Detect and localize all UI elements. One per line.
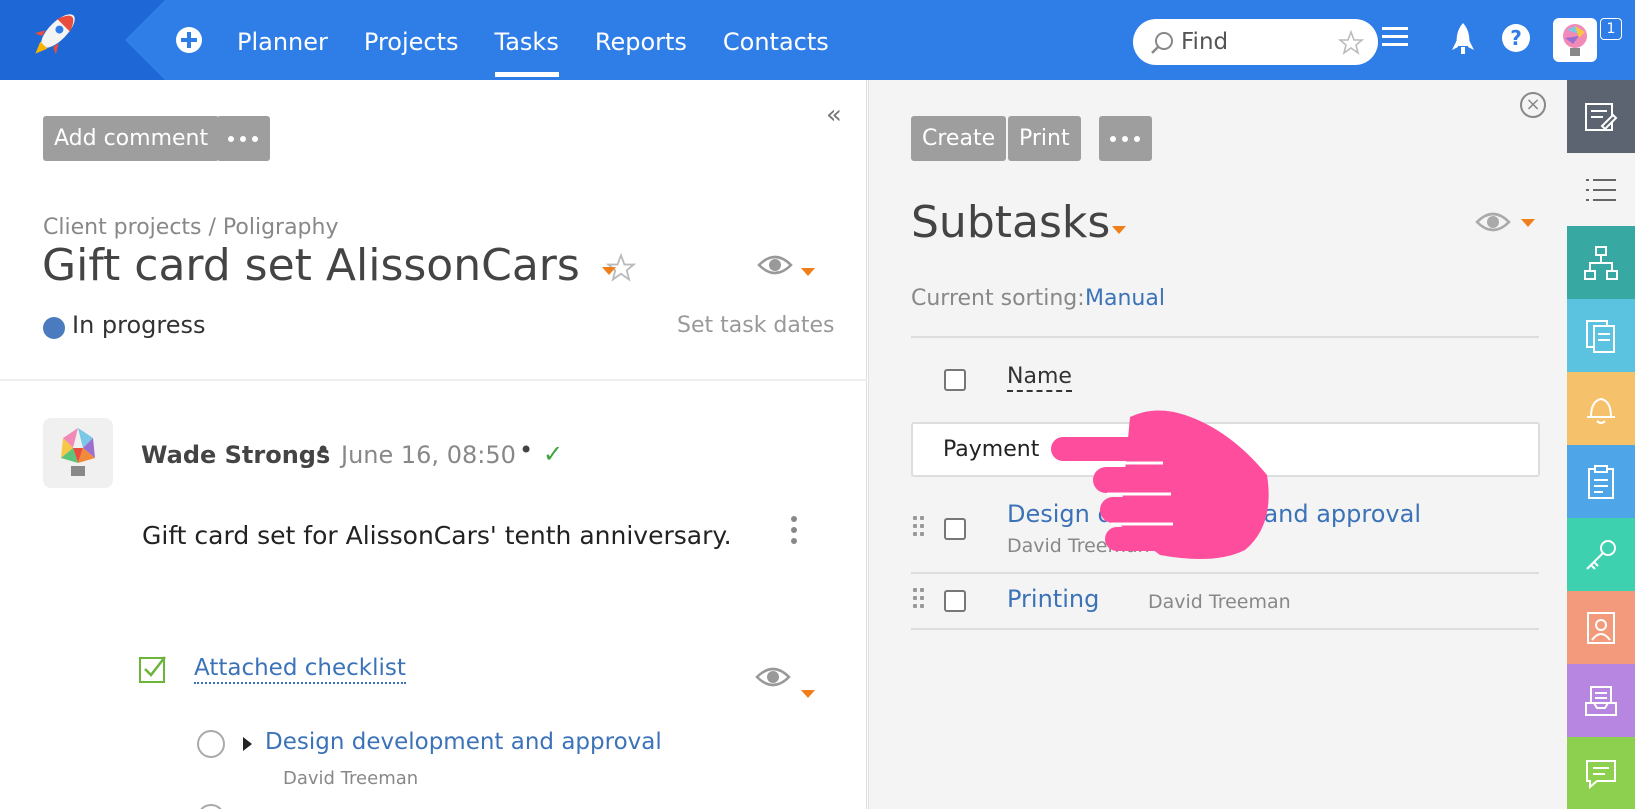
comment-menu-icon[interactable] (788, 516, 800, 552)
checklist-icon (139, 656, 166, 683)
side-rail (1567, 80, 1635, 809)
subtasks-dropdown-icon[interactable] (1112, 226, 1126, 234)
notification-badge[interactable]: 1 (1600, 18, 1622, 40)
nav-reports[interactable]: Reports (595, 0, 687, 80)
inbox-icon[interactable] (1567, 664, 1635, 737)
avatar (43, 418, 113, 488)
chat-icon[interactable] (1567, 737, 1635, 809)
sorting-label: Current sorting: (911, 286, 1085, 311)
checklist-dropdown-icon[interactable] (801, 690, 815, 698)
sorting-value-link[interactable]: Manual (1085, 286, 1165, 311)
star-icon[interactable] (1338, 30, 1364, 56)
checklist-item-checkbox[interactable] (197, 730, 225, 758)
key-icon[interactable] (1567, 518, 1635, 591)
checklist-item-assignee: David Treeman (283, 768, 419, 789)
attached-checklist-link[interactable]: Attached checklist (194, 655, 406, 684)
divider (911, 336, 1539, 338)
documents-icon[interactable] (1567, 299, 1635, 372)
rocket-icon[interactable] (1450, 22, 1476, 56)
user-avatar[interactable] (1553, 18, 1597, 62)
subtask-checkbox[interactable] (944, 590, 966, 612)
collapse-pane-icon[interactable]: « (826, 100, 842, 130)
clipboard-icon[interactable] (1567, 445, 1635, 518)
bell-icon[interactable] (1567, 372, 1635, 445)
subtask-assignee: David Treeman (1148, 591, 1291, 613)
drag-handle-icon[interactable] (913, 588, 927, 614)
subtask-checkbox[interactable] (944, 518, 966, 540)
eye-icon[interactable] (755, 665, 791, 689)
status-dot (43, 317, 65, 339)
eye-icon[interactable] (757, 253, 793, 277)
pointing-hand-icon (1051, 410, 1269, 559)
nav-projects[interactable]: Projects (364, 0, 459, 80)
divider (0, 379, 867, 381)
title-dropdown-icon[interactable] (602, 267, 616, 275)
page-title: Gift card set AlissonCars (42, 240, 637, 291)
watch-dropdown-icon[interactable] (801, 268, 815, 276)
status-label[interactable]: In progress (72, 311, 206, 339)
checkmark-icon: ✓ (543, 440, 564, 468)
menu-icon[interactable] (1381, 22, 1409, 52)
add-icon[interactable] (175, 26, 203, 54)
svg-text:?: ? (1510, 26, 1522, 50)
column-header-name[interactable]: Name (1007, 364, 1072, 392)
top-bar: Planner Projects Tasks Reports Contacts … (0, 0, 1635, 80)
set-task-dates-link[interactable]: Set task dates (677, 313, 835, 338)
main-nav: Planner Projects Tasks Reports Contacts (237, 0, 865, 80)
divider (911, 572, 1539, 574)
divider (911, 628, 1539, 630)
close-icon[interactable]: × (1520, 92, 1546, 118)
help-icon[interactable]: ? (1500, 22, 1532, 54)
more-actions-button[interactable] (217, 116, 270, 161)
task-title-text: Gift card set AlissonCars (42, 240, 580, 291)
hierarchy-icon[interactable] (1567, 226, 1635, 299)
nav-tasks[interactable]: Tasks (494, 0, 560, 80)
separator-dot: • (316, 436, 331, 464)
task-detail-pane: Add comment « Client projects / Poligrap… (0, 80, 867, 809)
search-icon (1151, 32, 1173, 54)
nav-planner[interactable]: Planner (237, 0, 328, 80)
edit-icon[interactable] (1567, 80, 1635, 153)
subtasks-title: Subtasks (911, 197, 1111, 248)
create-button[interactable]: Create (911, 116, 1007, 161)
search-input[interactable] (1181, 25, 1321, 59)
breadcrumb[interactable]: Client projects / Poligraphy (43, 215, 339, 240)
print-button[interactable]: Print (1008, 116, 1081, 161)
comment-author[interactable]: Wade Strongs (141, 441, 330, 469)
select-all-checkbox[interactable] (944, 369, 966, 391)
more-actions-button[interactable] (1099, 116, 1152, 161)
comment-date: June 16, 08:50 (341, 441, 516, 469)
checklist-item-link[interactable]: Design development and approval (265, 729, 662, 755)
logo[interactable] (0, 0, 165, 80)
list-icon[interactable] (1567, 153, 1635, 226)
search-box (1133, 19, 1378, 65)
expand-icon[interactable] (243, 737, 252, 751)
watch-dropdown-icon[interactable] (1521, 219, 1535, 227)
comment-text: Gift card set for AlissonCars' tenth ann… (142, 521, 732, 550)
add-comment-button[interactable]: Add comment (43, 116, 220, 161)
nav-contacts[interactable]: Contacts (723, 0, 829, 80)
drag-handle-icon[interactable] (913, 516, 927, 542)
eye-icon[interactable] (1475, 210, 1511, 234)
subtask-link[interactable]: Printing (1007, 585, 1099, 613)
separator-dot: • (519, 436, 534, 464)
contact-card-icon[interactable] (1567, 591, 1635, 664)
